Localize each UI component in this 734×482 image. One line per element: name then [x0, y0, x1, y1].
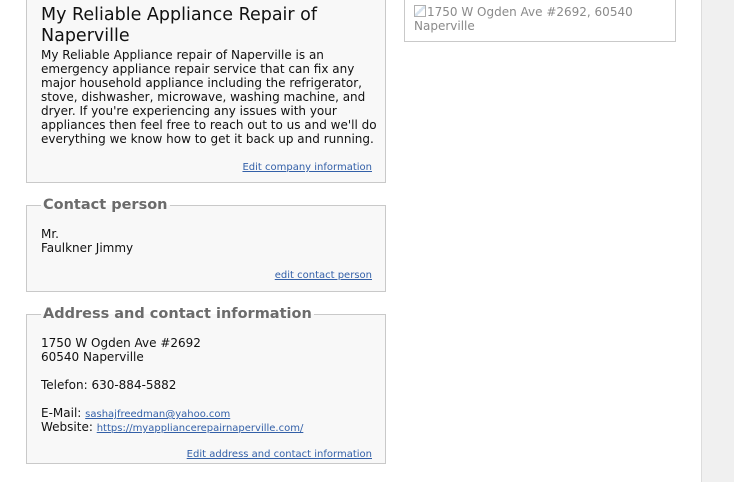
email-link[interactable]: sashajfreedman@yahoo.com — [85, 409, 230, 420]
address-contact-legend: Address and contact information — [41, 305, 314, 323]
address-contact-fieldset: Address and contact information 1750 W O… — [26, 305, 386, 464]
contact-name: Faulkner Jimmy — [41, 241, 134, 255]
contact-salutation: Mr. — [41, 227, 59, 241]
company-description: My Reliable Appliance repair of Napervil… — [41, 48, 377, 146]
map-alt-text: 1750 W Ogden Ave #2692, 60540 Naperville — [414, 5, 633, 33]
phone-label: Telefon: — [41, 378, 88, 392]
map-image: 1750 W Ogden Ave #2692, 60540 Naperville — [414, 5, 654, 33]
broken-image-icon — [414, 5, 426, 17]
phone-value: 630-884-5882 — [91, 378, 177, 392]
edit-contact-person-link[interactable]: edit contact person — [275, 270, 372, 282]
email-label: E-Mail: — [41, 406, 82, 420]
contact-person-legend: Contact person — [41, 196, 170, 214]
website-link[interactable]: https://myappliancerepairnaperville.com/ — [97, 423, 304, 434]
website-label: Website: — [41, 420, 93, 434]
edit-address-contact-link[interactable]: Edit address and contact information — [187, 449, 372, 461]
edit-company-info-link[interactable]: Edit company information — [242, 162, 372, 174]
contact-person-fieldset: Contact person Mr. Faulkner Jimmy edit c… — [26, 196, 386, 292]
address-street: 1750 W Ogden Ave #2692 — [41, 336, 201, 350]
map-image-box: 1750 W Ogden Ave #2692, 60540 Naperville — [404, 0, 676, 42]
company-title: My Reliable Appliance Repair of Napervil… — [41, 5, 318, 46]
address-city: 60540 Naperville — [41, 350, 144, 364]
phone-row: Telefon: 630-884-5882 — [41, 378, 176, 392]
company-info-box: My Reliable Appliance Repair of Napervil… — [26, 0, 386, 183]
website-row: Website: https://myappliancerepairnaperv… — [41, 420, 303, 436]
